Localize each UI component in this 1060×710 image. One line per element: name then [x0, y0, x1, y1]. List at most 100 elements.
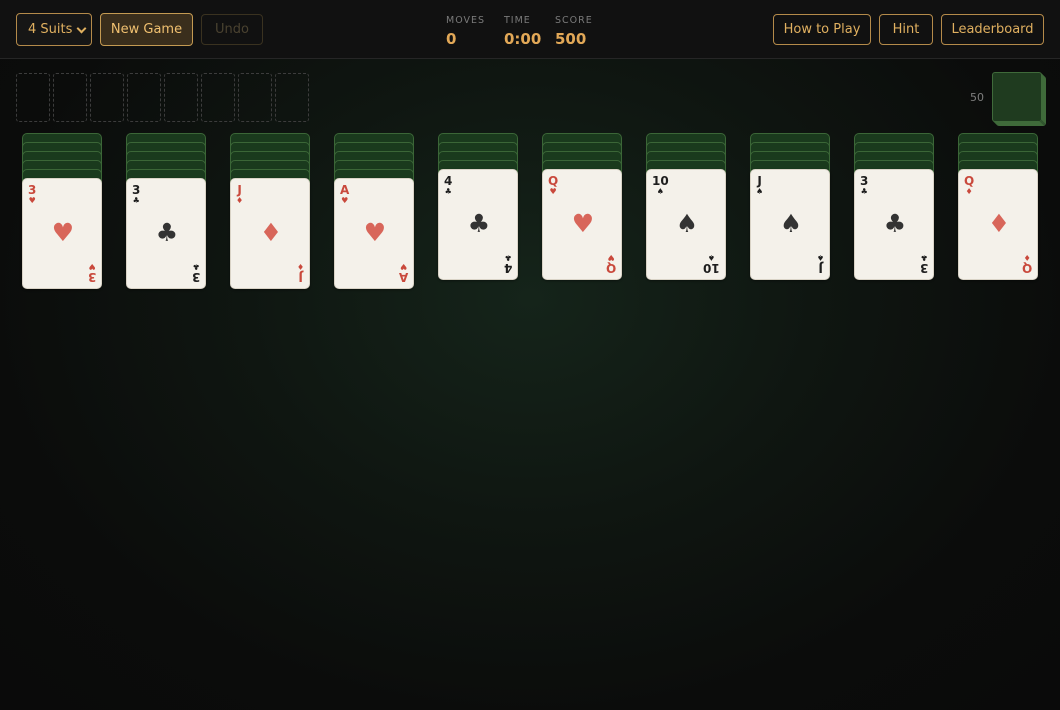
hearts-icon: ♥ [28, 196, 36, 205]
card-corner-top: Q ♦ [964, 175, 974, 196]
suit-mode-select[interactable]: 4 Suits [16, 13, 92, 46]
time-value: 0:00 [504, 30, 542, 48]
face-up-card[interactable]: 4 ♣ ♣ 4 ♣ [438, 169, 518, 280]
card-corner-bottom: A ♥ [398, 262, 408, 284]
time-stat: TIME 0:00 [504, 15, 541, 48]
foundation-slot[interactable] [164, 73, 198, 122]
card-corner-bottom: 3 ♣ [191, 262, 200, 284]
new-game-button[interactable]: New Game [100, 13, 193, 46]
card-corner-top: 3 ♣ [132, 184, 140, 205]
hint-button[interactable]: Hint [879, 14, 933, 45]
clubs-icon: ♣ [444, 187, 452, 196]
foundation-slot[interactable] [275, 73, 309, 122]
time-label: TIME [504, 15, 531, 26]
foundation-slot[interactable] [201, 73, 235, 122]
undo-button[interactable]: Undo [201, 14, 263, 45]
spades-icon: ♠ [756, 187, 764, 196]
face-up-card[interactable]: Q ♦ ♦ Q ♦ [958, 169, 1038, 280]
moves-stat: MOVES 0 [446, 15, 485, 48]
hearts-icon: ♥ [51, 218, 75, 247]
card-rank: J [237, 183, 242, 197]
face-up-card[interactable]: 3 ♣ ♣ 3 ♣ [854, 169, 934, 280]
card-corner-top: 10 ♠ [652, 175, 669, 196]
card-corner-top: J ♦ [236, 184, 243, 205]
card-rank: 4 [503, 261, 512, 275]
face-up-card[interactable]: Q ♥ ♥ Q ♥ [542, 169, 622, 280]
top-toolbar: 4 Suits New Game Undo MOVES 0 TIME 0:00 … [0, 0, 1060, 59]
hearts-icon: ♥ [549, 187, 557, 196]
card-corner-top: J ♠ [756, 175, 763, 196]
chevron-down-icon [76, 23, 87, 34]
card-rank: 3 [191, 270, 200, 284]
spades-icon: ♠ [816, 253, 824, 262]
card-corner-bottom: 4 ♣ [503, 253, 512, 275]
card-corner-top: Q ♥ [548, 175, 558, 196]
card-rank: J [818, 261, 823, 275]
spades-icon: ♠ [779, 209, 803, 238]
card-corner-bottom: 10 ♠ [703, 253, 720, 275]
card-corner-top: 3 ♥ [28, 184, 36, 205]
card-rank: 3 [132, 183, 141, 197]
card-rank: 3 [87, 270, 96, 284]
face-up-card[interactable]: 10 ♠ ♠ 10 ♠ [646, 169, 726, 280]
card-rank: 4 [444, 174, 453, 188]
hearts-icon: ♥ [571, 209, 595, 238]
moves-label: MOVES [446, 15, 486, 26]
face-up-card[interactable]: A ♥ ♥ A ♥ [334, 178, 414, 289]
card-rank: J [757, 174, 762, 188]
card-corner-top: 3 ♣ [860, 175, 868, 196]
hearts-icon: ♥ [363, 218, 387, 247]
diamonds-icon: ♦ [965, 187, 973, 196]
card-rank: Q [605, 261, 616, 275]
card-rank: Q [964, 174, 975, 188]
card-rank: 3 [28, 183, 37, 197]
spades-icon: ♠ [656, 187, 664, 196]
card-corner-top: A ♥ [340, 184, 349, 205]
clubs-icon: ♣ [920, 253, 928, 262]
clubs-icon: ♣ [504, 253, 512, 262]
hearts-icon: ♥ [607, 253, 615, 262]
card-corner-bottom: 3 ♥ [87, 262, 96, 284]
spades-icon: ♠ [675, 209, 699, 238]
clubs-icon: ♣ [155, 218, 179, 247]
diamonds-icon: ♦ [259, 218, 283, 247]
foundation-slot[interactable] [16, 73, 50, 122]
card-rank: J [298, 270, 303, 284]
hearts-icon: ♥ [399, 262, 407, 271]
card-corner-bottom: Q ♥ [605, 253, 616, 275]
card-rank: 3 [860, 174, 869, 188]
card-rank: 10 [652, 174, 669, 188]
face-up-card[interactable]: 3 ♣ ♣ 3 ♣ [126, 178, 206, 289]
hearts-icon: ♥ [341, 196, 349, 205]
moves-value: 0 [446, 30, 457, 48]
clubs-icon: ♣ [860, 187, 868, 196]
face-up-card[interactable]: J ♦ ♦ J ♦ [230, 178, 310, 289]
foundation-slot[interactable] [238, 73, 272, 122]
card-corner-bottom: J ♦ [296, 262, 304, 284]
stock-card[interactable] [992, 72, 1042, 122]
card-rank: Q [548, 174, 559, 188]
face-up-card[interactable]: 3 ♥ ♥ 3 ♥ [22, 178, 102, 289]
leaderboard-button[interactable]: Leaderboard [941, 14, 1044, 45]
card-corner-bottom: J ♠ [816, 253, 824, 275]
card-corner-bottom: Q ♦ [1022, 253, 1032, 275]
card-rank: A [340, 183, 350, 197]
card-rank: 3 [919, 261, 928, 275]
card-rank: 10 [703, 261, 720, 275]
spades-icon: ♠ [708, 253, 716, 262]
how-to-play-button[interactable]: How to Play [773, 14, 871, 45]
clubs-icon: ♣ [132, 196, 140, 205]
score-label: SCORE [555, 15, 593, 26]
clubs-icon: ♣ [883, 209, 907, 238]
diamonds-icon: ♦ [987, 209, 1011, 238]
diamonds-icon: ♦ [296, 262, 304, 271]
score-stat: SCORE 500 [555, 15, 593, 48]
face-up-card[interactable]: J ♠ ♠ J ♠ [750, 169, 830, 280]
stock-count: 50 [970, 91, 984, 104]
diamonds-icon: ♦ [236, 196, 244, 205]
card-rank: A [398, 270, 408, 284]
foundation-slot[interactable] [53, 73, 87, 122]
clubs-icon: ♣ [192, 262, 200, 271]
foundation-slot[interactable] [127, 73, 161, 122]
foundation-slot[interactable] [90, 73, 124, 122]
